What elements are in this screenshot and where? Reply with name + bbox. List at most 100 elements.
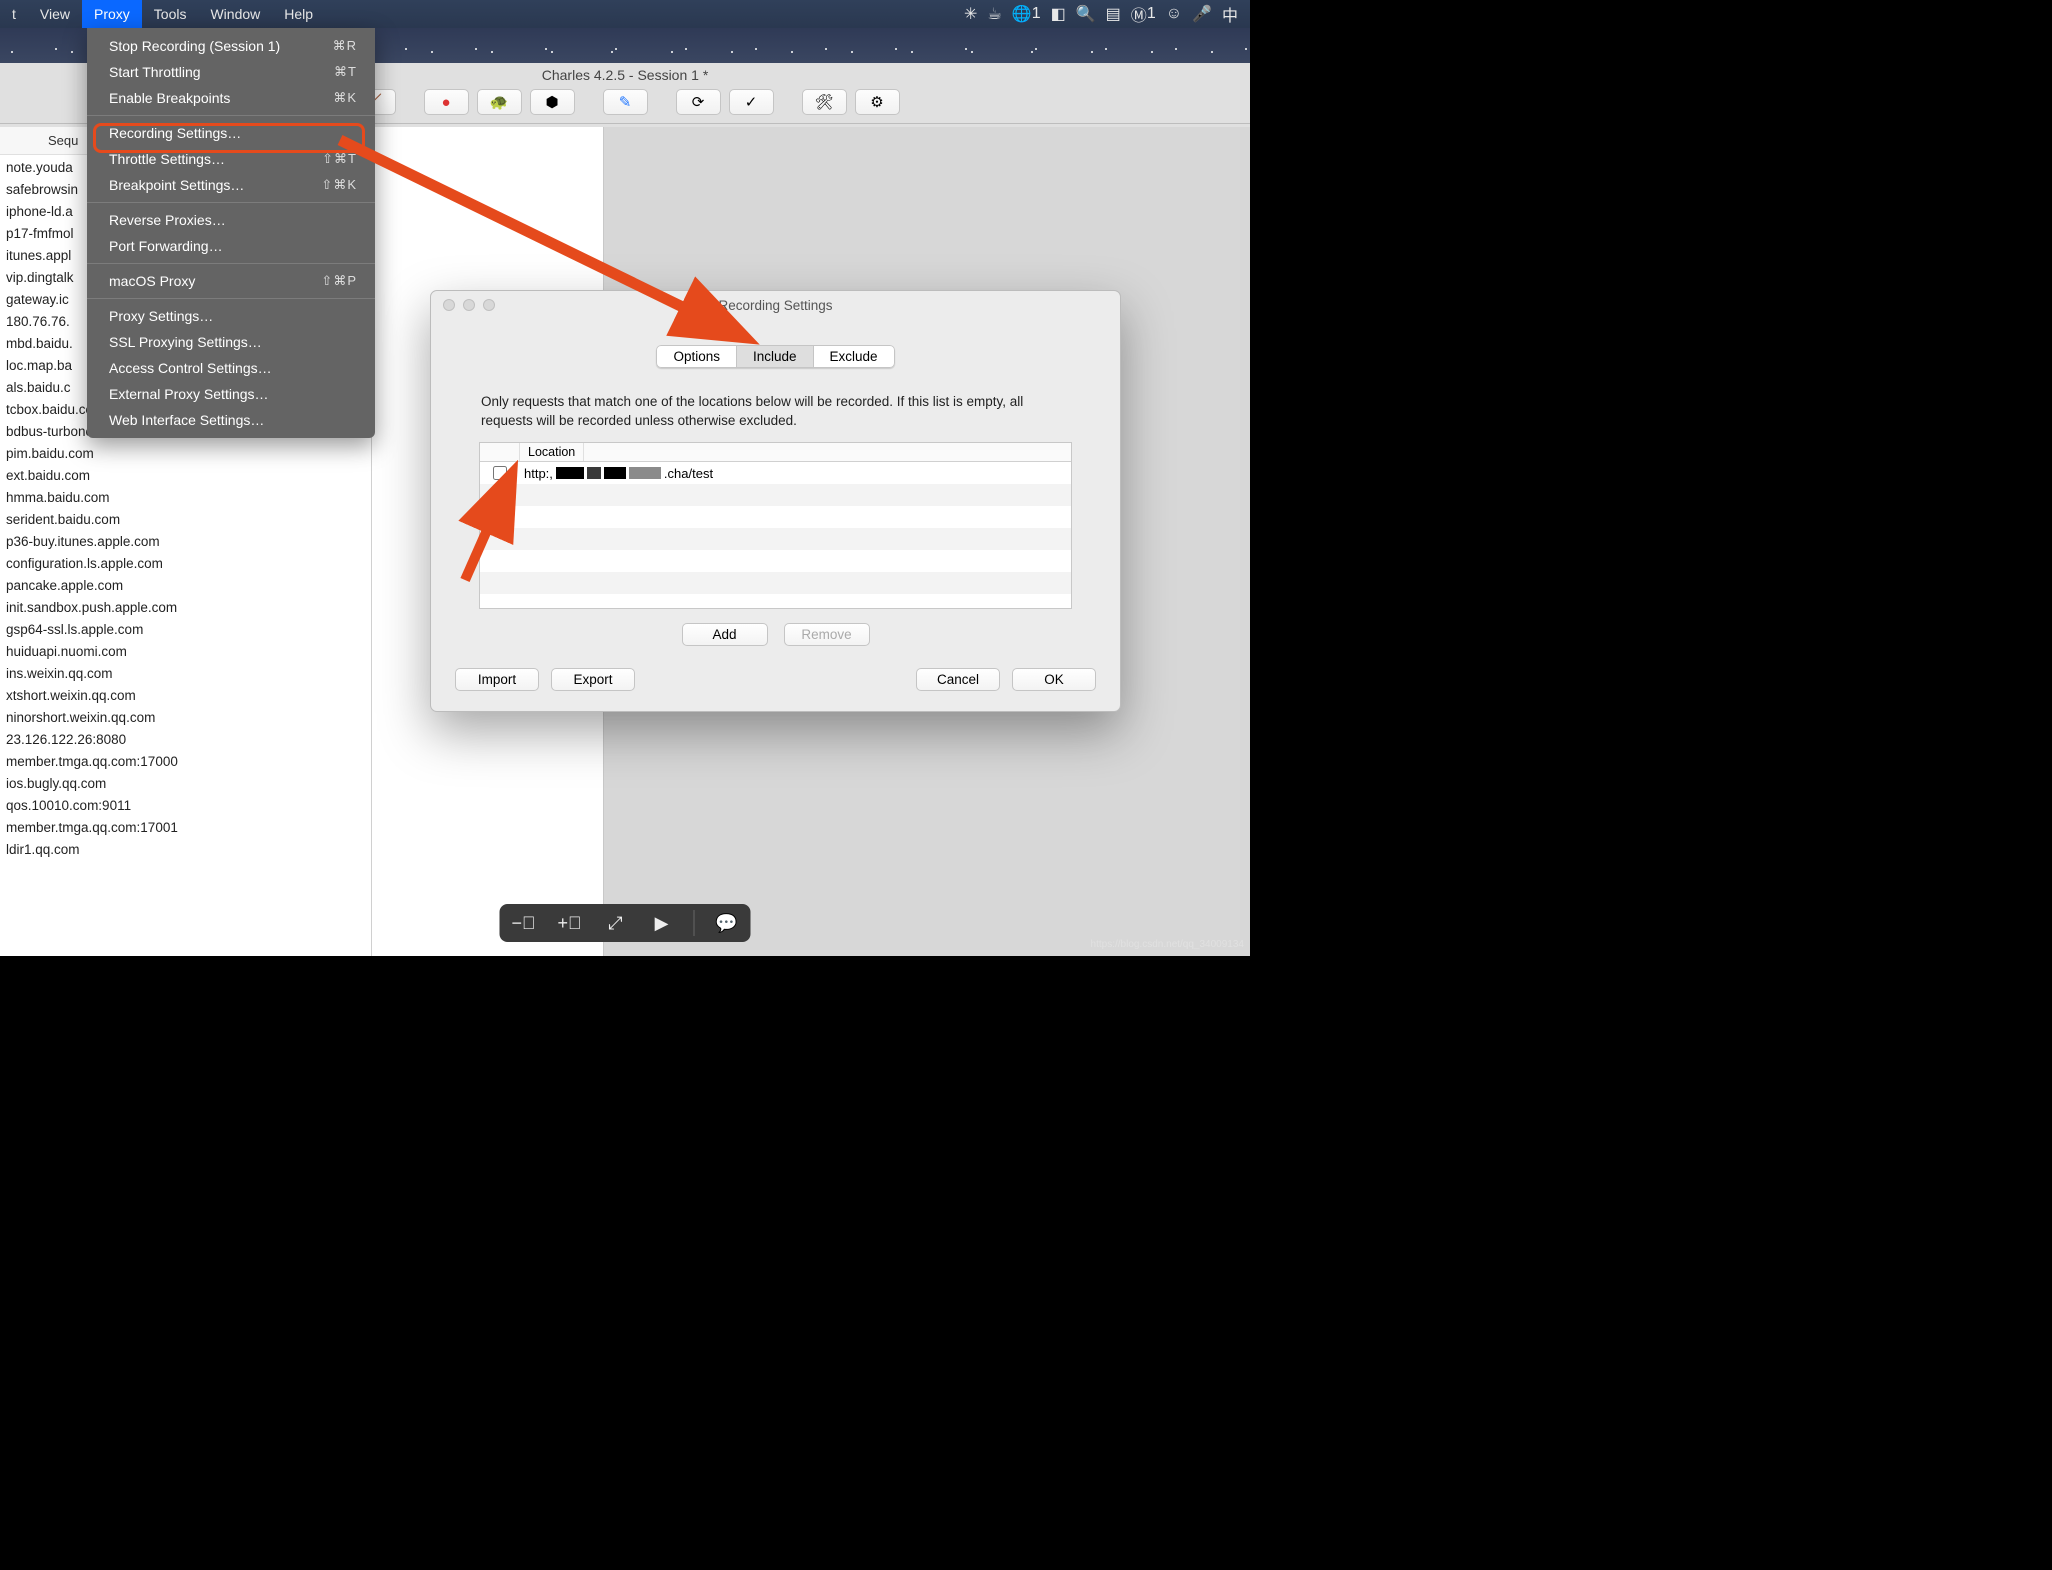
add-button[interactable]: Add (682, 623, 768, 646)
menu-item[interactable]: Reverse Proxies… (87, 207, 375, 233)
menu-item[interactable]: Start Throttling⌘T (87, 59, 375, 85)
remove-button[interactable]: Remove (784, 623, 870, 646)
menu-item[interactable]: External Proxy Settings… (87, 381, 375, 407)
ok-button[interactable]: OK (1012, 668, 1096, 691)
screenshot-toolbar: −⃝ +⃝ ⤢ ▶ 💬 (500, 904, 751, 942)
list-item[interactable]: init.sandbox.push.apple.com (6, 597, 365, 619)
menu-item[interactable]: Recording Settings… (87, 120, 375, 146)
menu-window[interactable]: Window (198, 0, 272, 28)
breakpoint-button[interactable]: ⬢ (530, 89, 575, 115)
menubar-status-area: ✳︎ ☕︎ 🌐1 ◧ 🔍 ▤ Ⓜ1 ☺ 🎤 中 (964, 2, 1250, 26)
menu-item[interactable]: Web Interface Settings… (87, 407, 375, 433)
table-row[interactable] (480, 506, 1071, 528)
ime-icon[interactable]: 中 (1222, 2, 1238, 26)
list-item[interactable]: ins.weixin.qq.com (6, 663, 365, 685)
menu-tools[interactable]: Tools (142, 0, 199, 28)
record-button[interactable]: ● (424, 89, 469, 115)
menu-item[interactable]: Port Forwarding… (87, 233, 375, 259)
menu-view[interactable]: View (28, 0, 82, 28)
row-prefix: http:, (524, 466, 553, 481)
settings-button[interactable]: ⚙ (855, 89, 900, 115)
list-item[interactable]: serident.baidu.com (6, 509, 365, 531)
tab-include[interactable]: Include (736, 345, 814, 368)
wechat-icon[interactable]: ✳︎ (964, 4, 977, 24)
column-checkbox[interactable] (480, 443, 520, 461)
tab-options[interactable]: Options (656, 345, 737, 368)
table-row[interactable] (480, 572, 1071, 594)
menubar: t View Proxy Tools Window Help ✳︎ ☕︎ 🌐1 … (0, 0, 1250, 28)
teapot-icon[interactable]: ☕︎ (987, 4, 1001, 24)
menu-help[interactable]: Help (272, 0, 325, 28)
throttle-button[interactable]: 🐢 (477, 89, 522, 115)
list-item[interactable]: p36-buy.itunes.apple.com (6, 531, 365, 553)
menu-item[interactable]: Enable Breakpoints⌘K (87, 85, 375, 111)
smiley-icon[interactable]: ☺ (1166, 5, 1182, 23)
menu-item[interactable]: Breakpoint Settings…⇧⌘K (87, 172, 375, 198)
menu-item[interactable]: Proxy Settings… (87, 303, 375, 329)
m-icon[interactable]: Ⓜ1 (1131, 2, 1156, 26)
redacted-segment (604, 467, 626, 479)
redacted-segment (587, 467, 601, 479)
list-item[interactable]: hmma.baidu.com (6, 487, 365, 509)
menu-item[interactable]: Stop Recording (Session 1)⌘R (87, 33, 375, 59)
list-item[interactable]: pim.baidu.com (6, 443, 365, 465)
fullscreen-icon[interactable]: ⤢ (602, 913, 630, 934)
tools-button[interactable]: 🛠 (802, 89, 847, 115)
redacted-segment (629, 467, 661, 479)
menu-item[interactable]: SSL Proxying Settings… (87, 329, 375, 355)
row-checkbox[interactable] (493, 466, 507, 480)
dialog-tabs: Options Include Exclude (656, 345, 894, 368)
import-button[interactable]: Import (455, 668, 539, 691)
column-location[interactable]: Location (520, 443, 584, 461)
list-item[interactable]: huiduapi.nuomi.com (6, 641, 365, 663)
table-row[interactable] (480, 528, 1071, 550)
list-item[interactable]: qos.10010.com:9011 (6, 795, 365, 817)
m-badge: 1 (1147, 5, 1156, 23)
menu-item[interactable]: macOS Proxy⇧⌘P (87, 268, 375, 294)
menu-item[interactable]: Access Control Settings… (87, 355, 375, 381)
list-item[interactable]: configuration.ls.apple.com (6, 553, 365, 575)
row-suffix: .cha/test (664, 466, 713, 481)
search-icon[interactable]: 🔍 (1076, 4, 1096, 24)
table-row[interactable] (480, 550, 1071, 572)
list-item[interactable]: ext.baidu.com (6, 465, 365, 487)
toolbar-divider (694, 910, 695, 936)
list-item[interactable]: ldir1.qq.com (6, 839, 365, 861)
list-item[interactable]: 23.126.122.26:8080 (6, 729, 365, 751)
comment-icon[interactable]: 💬 (713, 913, 741, 934)
table-row[interactable] (480, 484, 1071, 506)
locations-table: Location http:, .cha/test (479, 442, 1072, 609)
refresh-button[interactable]: ⟳ (676, 89, 721, 115)
list-item[interactable]: pancake.apple.com (6, 575, 365, 597)
list-item[interactable]: member.tmga.qq.com:17001 (6, 817, 365, 839)
list-item[interactable]: ninorshort.weixin.qq.com (6, 707, 365, 729)
list-item[interactable]: gsp64-ssl.ls.apple.com (6, 619, 365, 641)
table-row[interactable] (480, 594, 1071, 616)
menu-separator (87, 115, 375, 116)
mic-icon[interactable]: 🎤 (1192, 4, 1212, 24)
table-row[interactable]: http:, .cha/test (480, 462, 1071, 484)
menu-item[interactable]: Throttle Settings…⇧⌘T (87, 146, 375, 172)
proxy-menu-dropdown: Stop Recording (Session 1)⌘RStart Thrott… (87, 28, 375, 438)
menu-proxy[interactable]: Proxy (82, 0, 142, 28)
tab-exclude[interactable]: Exclude (813, 345, 895, 368)
compass-icon[interactable]: ◧ (1051, 4, 1066, 24)
list-item[interactable]: member.tmga.qq.com:17000 (6, 751, 365, 773)
redacted-segment (556, 467, 584, 479)
display-icon[interactable]: ▤ (1106, 4, 1121, 24)
zoom-in-icon[interactable]: +⃝ (556, 913, 584, 934)
cancel-button[interactable]: Cancel (916, 668, 1000, 691)
check-button[interactable]: ✓ (729, 89, 774, 115)
menu-separator (87, 298, 375, 299)
edit-button[interactable]: ✎ (603, 89, 648, 115)
row-location: http:, .cha/test (520, 466, 713, 481)
present-icon[interactable]: ▶ (648, 913, 676, 934)
list-item[interactable]: xtshort.weixin.qq.com (6, 685, 365, 707)
zoom-out-icon[interactable]: −⃝ (510, 913, 538, 934)
list-item[interactable]: ios.bugly.qq.com (6, 773, 365, 795)
menu-appname[interactable]: t (0, 0, 28, 28)
export-button[interactable]: Export (551, 668, 635, 691)
globe-badge: 1 (1032, 5, 1041, 23)
globe-icon[interactable]: 🌐1 (1012, 4, 1041, 24)
menu-separator (87, 263, 375, 264)
